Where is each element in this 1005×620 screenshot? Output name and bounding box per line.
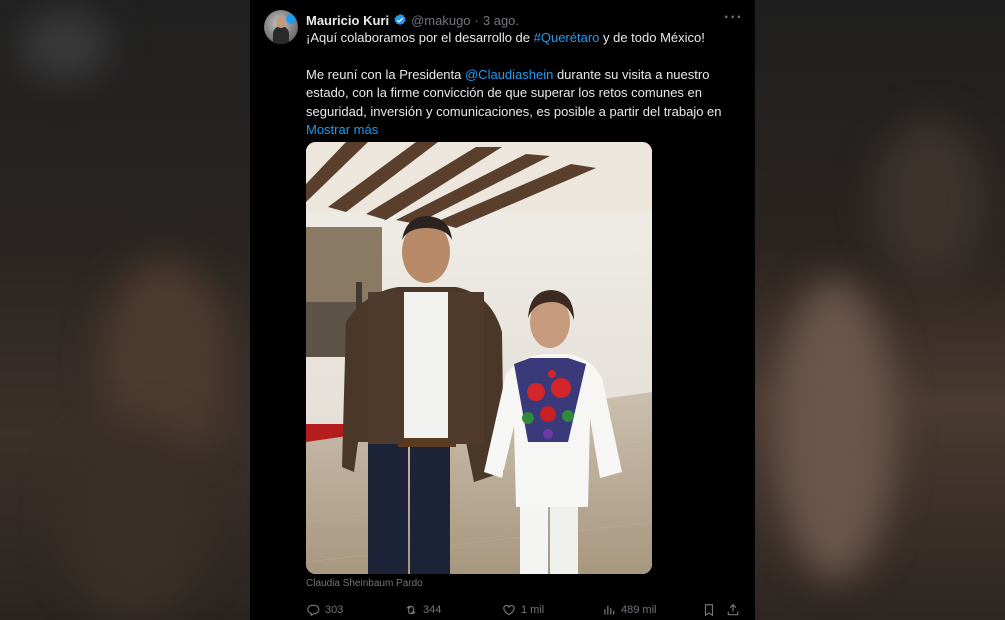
- retweet-icon: [406, 605, 416, 615]
- show-more-link[interactable]: Mostrar más: [306, 122, 378, 137]
- views-button[interactable]: 489 mil: [602, 601, 656, 619]
- retweet-button[interactable]: 344: [404, 601, 441, 619]
- reply-button[interactable]: 303: [306, 601, 343, 619]
- more-icon[interactable]: ···: [724, 9, 743, 27]
- tweet-text: ¡Aquí colaboramos por el desarrollo de #…: [306, 29, 746, 140]
- like-icon: [503, 604, 515, 616]
- bookmark-button[interactable]: [702, 601, 716, 619]
- hashtag-link[interactable]: #Querétaro: [534, 30, 600, 45]
- bookmark-icon: [704, 604, 714, 617]
- image-caption: Claudia Sheinbaum Pardo: [306, 578, 423, 589]
- blurred-backdrop-right: [755, 0, 1005, 620]
- reply-count: 303: [325, 604, 344, 616]
- views-icon: [604, 605, 615, 615]
- tweet-paragraph-2: Me reuní con la Presidenta @Claudiashein…: [306, 66, 722, 119]
- action-bar: 303 344 1 mil 489 mil: [306, 601, 746, 619]
- views-count: 489 mil: [621, 604, 657, 616]
- author-handle[interactable]: @makugo: [411, 13, 470, 28]
- mention-link[interactable]: @Claudiashein: [465, 67, 553, 82]
- separator-dot: ·: [474, 12, 479, 28]
- share-button[interactable]: [726, 601, 740, 619]
- tweet-image[interactable]: [306, 142, 652, 574]
- share-icon: [727, 603, 739, 616]
- tweet-date[interactable]: 3 ago.: [483, 13, 519, 28]
- author-name[interactable]: Mauricio Kuri: [306, 13, 389, 28]
- like-button[interactable]: 1 mil: [502, 601, 544, 619]
- avatar[interactable]: [264, 10, 298, 44]
- like-count: 1 mil: [521, 604, 545, 616]
- retweet-count: 344: [423, 604, 442, 616]
- tweet-header: Mauricio Kuri @makugo · 3 ago.: [306, 11, 519, 29]
- reply-icon: [307, 604, 320, 617]
- verified-badge-icon: [394, 13, 406, 26]
- tweet-card[interactable]: Mauricio Kuri @makugo · 3 ago. ··· ¡Aquí…: [250, 0, 755, 620]
- blurred-backdrop-left: [0, 0, 250, 620]
- tweet-line-1: ¡Aquí colaboramos por el desarrollo de #…: [306, 30, 705, 45]
